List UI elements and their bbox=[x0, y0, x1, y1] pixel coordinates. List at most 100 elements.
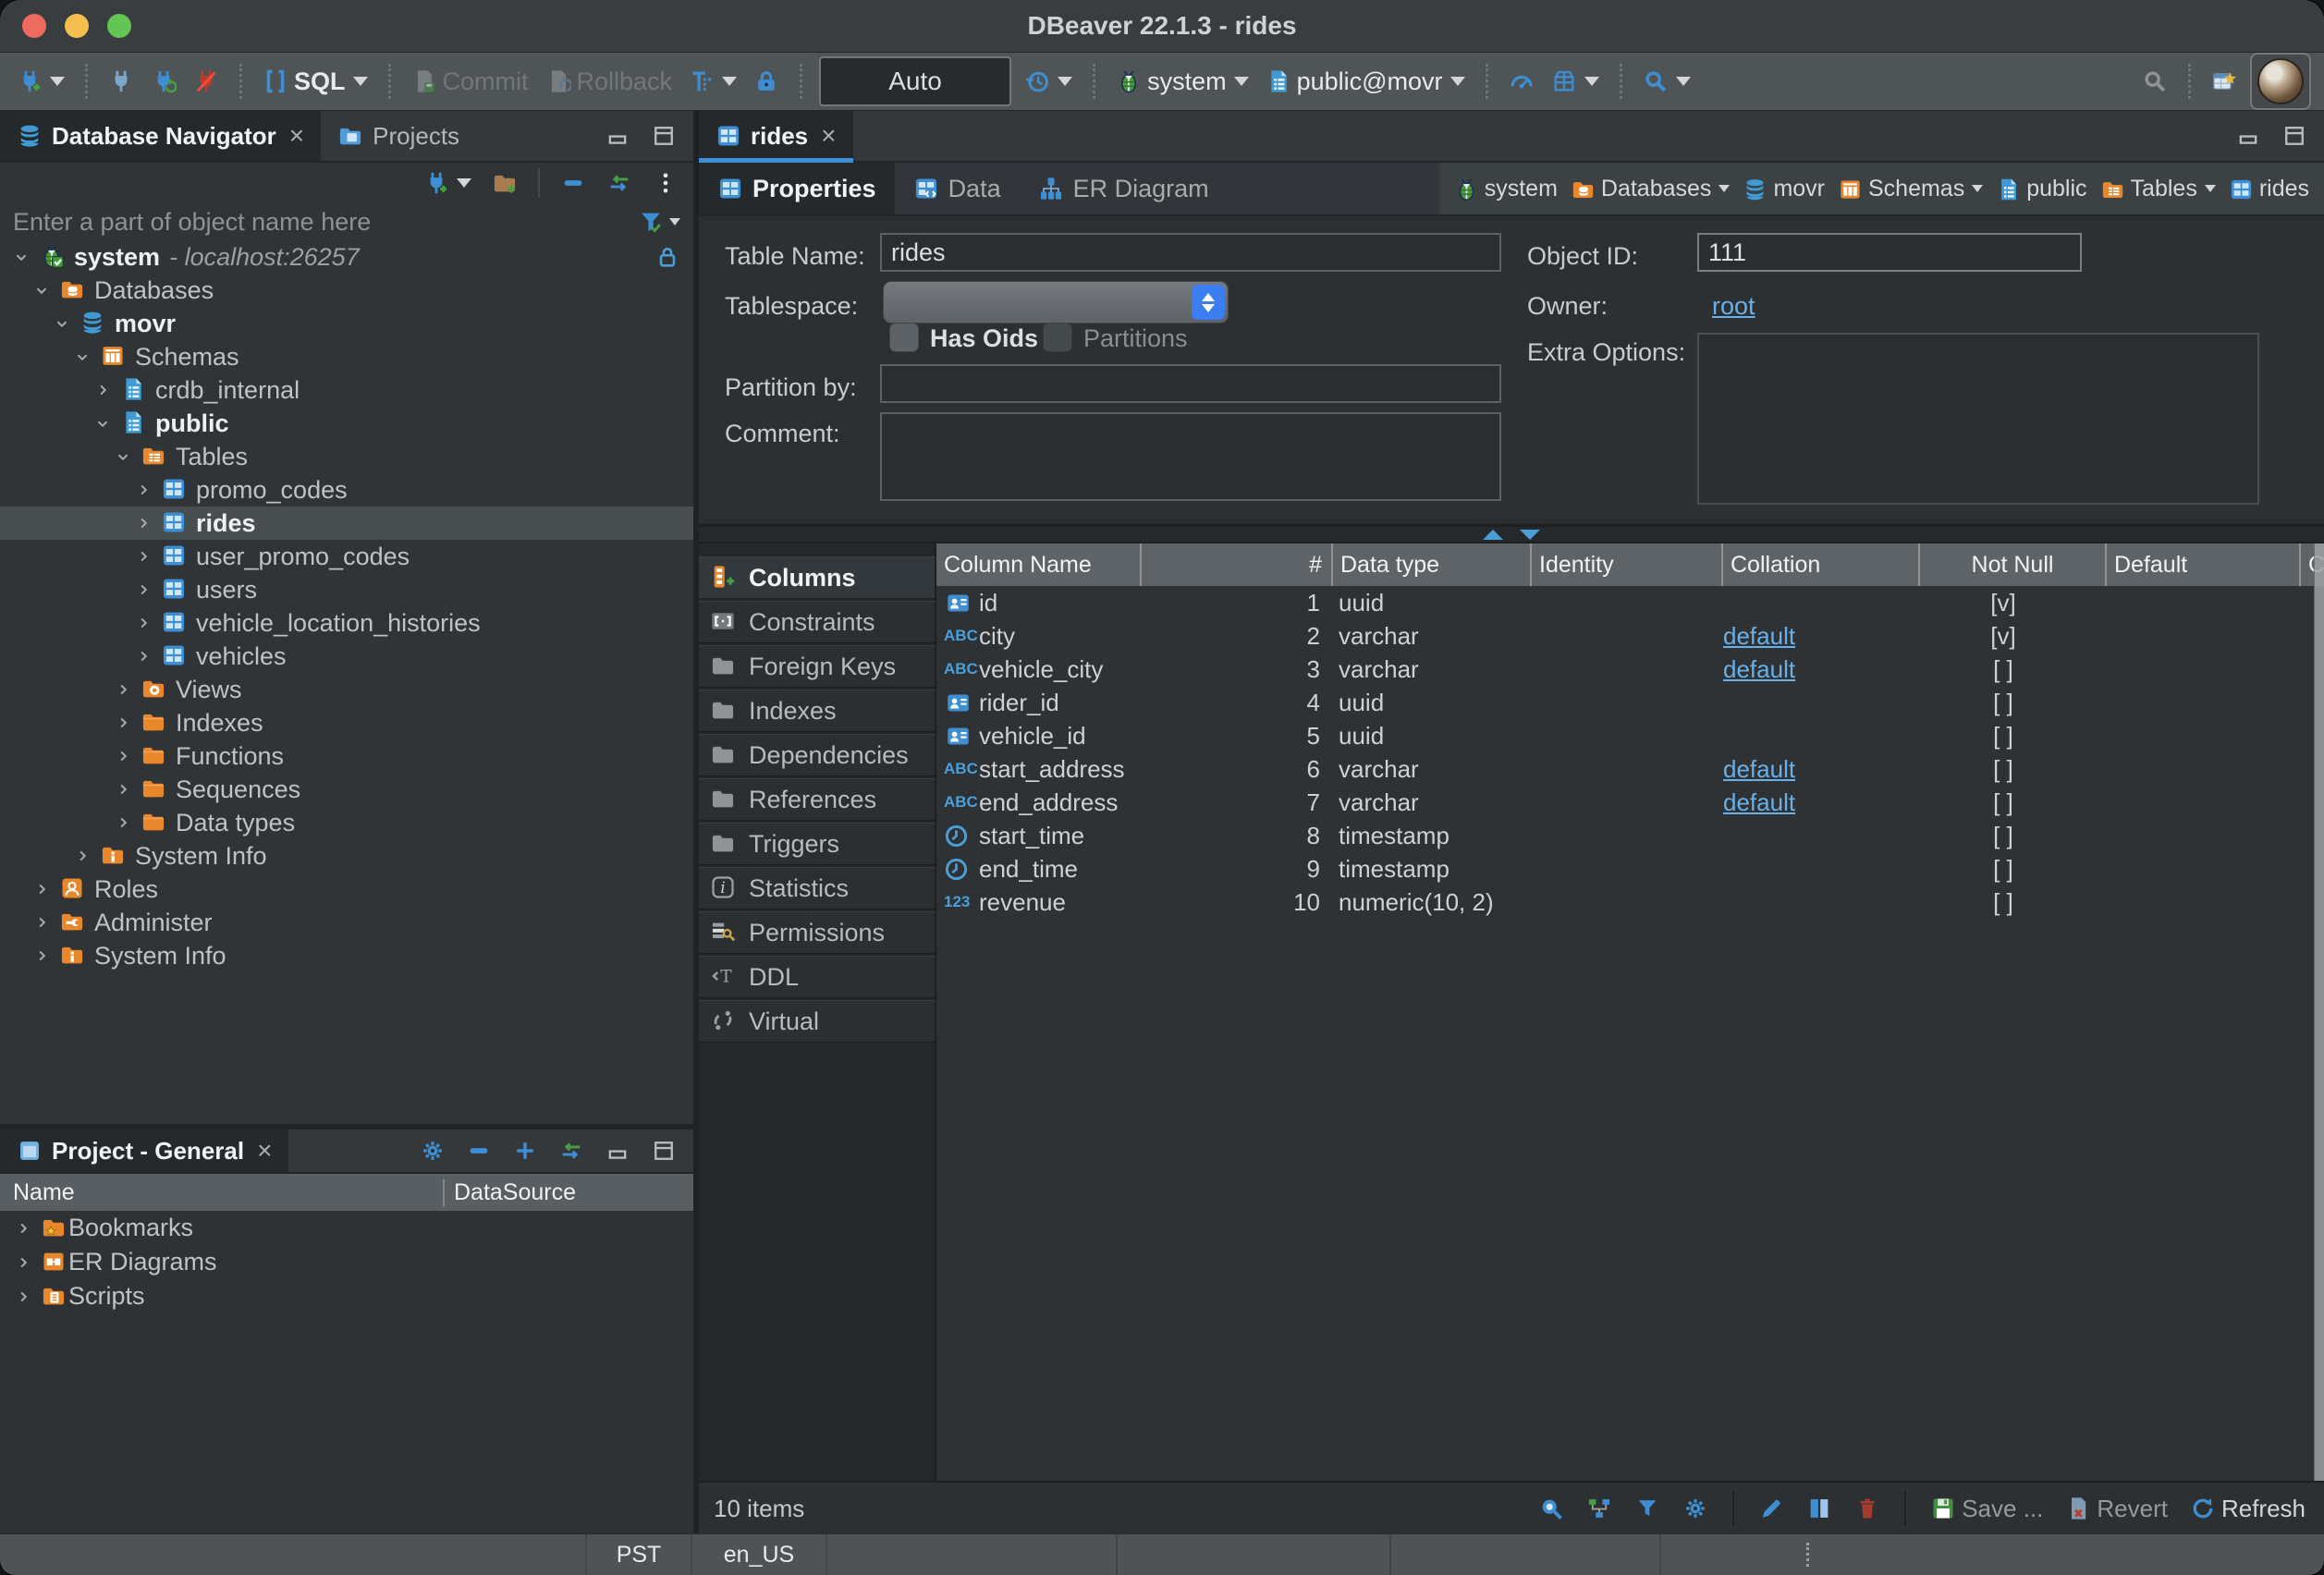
object-id-input[interactable]: 111 bbox=[1697, 233, 2082, 272]
user-profile-button[interactable] bbox=[2250, 53, 2311, 110]
add-column-button[interactable] bbox=[1803, 1494, 1836, 1523]
tree-item-indexes[interactable]: Indexes bbox=[0, 706, 693, 739]
chevron-collapsed-icon[interactable] bbox=[113, 713, 133, 733]
project-item-scripts[interactable]: Scripts bbox=[0, 1279, 693, 1313]
chevron-collapsed-icon[interactable] bbox=[133, 613, 153, 633]
chevron-expanded-icon[interactable] bbox=[113, 446, 133, 467]
active-schema-combo[interactable]: public@movr bbox=[1262, 66, 1469, 98]
table-row[interactable]: start_time8timestamp[ ] bbox=[936, 819, 2324, 852]
table-row[interactable]: id1uuid[v] bbox=[936, 586, 2324, 619]
sidetab-foreign-keys[interactable]: Foreign Keys bbox=[699, 645, 935, 688]
close-icon[interactable]: × bbox=[289, 121, 304, 151]
link-arrows-icon[interactable] bbox=[558, 1138, 584, 1164]
disconnect-button[interactable] bbox=[190, 67, 223, 96]
collapse-all-button[interactable] bbox=[557, 168, 590, 198]
partition-by-input[interactable] bbox=[880, 364, 1501, 403]
transaction-history-button[interactable] bbox=[1021, 67, 1076, 96]
search-metadata-button[interactable] bbox=[1639, 67, 1694, 96]
reconnect-button[interactable] bbox=[147, 67, 180, 96]
tree-item-schemas[interactable]: Schemas bbox=[0, 340, 693, 373]
sidetab-constraints[interactable]: Constraints bbox=[699, 601, 935, 643]
collation-default-link[interactable]: default bbox=[1723, 755, 1795, 784]
grid-column-header-collation[interactable]: Collation bbox=[1721, 543, 1918, 586]
tree-item-sequences[interactable]: Sequences bbox=[0, 773, 693, 806]
quick-search-button[interactable] bbox=[2138, 67, 2171, 96]
new-connection-button[interactable] bbox=[13, 67, 68, 96]
collation-default-link[interactable]: default bbox=[1723, 622, 1795, 651]
tree-item-users[interactable]: users bbox=[0, 573, 693, 606]
edit-column-button[interactable] bbox=[1755, 1494, 1788, 1523]
tree-item-system[interactable]: system- localhost:26257 bbox=[0, 240, 693, 274]
tree-item-movr[interactable]: movr bbox=[0, 307, 693, 340]
gear-icon[interactable] bbox=[420, 1138, 446, 1164]
nav-new-connection-button[interactable] bbox=[420, 168, 475, 198]
subtab-er-diagram[interactable]: ER Diagram bbox=[1020, 163, 1228, 214]
active-connection-combo[interactable]: system bbox=[1112, 66, 1253, 98]
tree-item-system-info[interactable]: System Info bbox=[0, 939, 693, 972]
tree-item-rides[interactable]: rides bbox=[0, 507, 693, 540]
tree-item-vehicle-location-histories[interactable]: vehicle_location_histories bbox=[0, 606, 693, 640]
connect-button[interactable] bbox=[104, 67, 138, 96]
chevron-expanded-icon[interactable] bbox=[72, 347, 92, 367]
chevron-collapsed-icon[interactable] bbox=[133, 646, 153, 666]
table-row[interactable]: 123revenue10numeric(10, 2)[ ] bbox=[936, 885, 2324, 919]
owner-link[interactable]: root bbox=[1712, 292, 1755, 321]
table-row[interactable]: rider_id4uuid[ ] bbox=[936, 686, 2324, 719]
tree-item-databases[interactable]: Databases bbox=[0, 274, 693, 307]
tree-item-crdb-internal[interactable]: crdb_internal bbox=[0, 373, 693, 407]
chevron-collapsed-icon[interactable] bbox=[113, 746, 133, 766]
tree-item-tables[interactable]: Tables bbox=[0, 440, 693, 473]
minimize-panel-icon[interactable] bbox=[2235, 123, 2261, 149]
table-row[interactable]: ABCstart_address6varchardefault[ ] bbox=[936, 752, 2324, 786]
chevron-collapsed-icon[interactable] bbox=[133, 546, 153, 567]
locale-cell[interactable]: en_US bbox=[691, 1534, 826, 1575]
breadcrumb-system[interactable]: system bbox=[1454, 176, 1558, 202]
filter-icon[interactable] bbox=[638, 209, 664, 235]
comment-textarea[interactable] bbox=[880, 412, 1501, 501]
grid-search-button[interactable] bbox=[1535, 1494, 1568, 1523]
grid-column-header-identity[interactable]: Identity bbox=[1530, 543, 1721, 586]
tab-database-navigator[interactable]: Database Navigator × bbox=[0, 111, 321, 161]
chevron-collapsed-icon[interactable] bbox=[133, 480, 153, 500]
transaction-log-button[interactable] bbox=[685, 67, 740, 96]
revert-button[interactable]: Revert bbox=[2061, 1493, 2171, 1525]
refresh-button[interactable]: Refresh bbox=[2186, 1493, 2309, 1525]
grid-settings-button[interactable] bbox=[1679, 1494, 1712, 1523]
chevron-collapsed-icon[interactable] bbox=[31, 946, 52, 966]
chevron-expanded-icon[interactable] bbox=[52, 313, 72, 334]
tree-item-roles[interactable]: Roles bbox=[0, 873, 693, 906]
breadcrumb-public[interactable]: public bbox=[1996, 176, 2086, 202]
tree-item-promo-codes[interactable]: promo_codes bbox=[0, 473, 693, 507]
project-item-er-diagrams[interactable]: ER Diagrams bbox=[0, 1245, 693, 1279]
collapse-all-icon[interactable] bbox=[466, 1138, 492, 1164]
drag-handle-icon[interactable] bbox=[1806, 1543, 1809, 1567]
transaction-lock-button[interactable] bbox=[750, 67, 783, 96]
collapse-up-icon[interactable] bbox=[1483, 530, 1503, 540]
new-window-button[interactable] bbox=[2208, 67, 2241, 96]
grid-filter-button[interactable] bbox=[1631, 1494, 1664, 1523]
chevron-collapsed-icon[interactable] bbox=[13, 1218, 33, 1239]
tree-item-views[interactable]: Views bbox=[0, 673, 693, 706]
dashboard-button[interactable] bbox=[1505, 67, 1538, 96]
chevron-collapsed-icon[interactable] bbox=[113, 812, 133, 833]
maximize-panel-icon[interactable] bbox=[2281, 123, 2307, 149]
sidetab-dependencies[interactable]: Dependencies bbox=[699, 734, 935, 776]
collapse-down-icon[interactable] bbox=[1520, 530, 1540, 540]
link-with-editor-button[interactable] bbox=[603, 168, 636, 198]
commit-mode-combo[interactable]: Auto bbox=[819, 56, 1011, 106]
table-row[interactable]: ABCend_address7varchardefault[ ] bbox=[936, 786, 2324, 819]
subtab-properties[interactable]: Properties bbox=[699, 163, 895, 214]
rollback-button[interactable]: Rollback bbox=[542, 66, 677, 98]
view-menu-button[interactable] bbox=[649, 168, 682, 198]
sidetab-virtual[interactable]: Virtual bbox=[699, 1000, 935, 1043]
breadcrumb-databases[interactable]: Databases bbox=[1571, 176, 1731, 202]
sidetab-triggers[interactable]: Triggers bbox=[699, 823, 935, 865]
breadcrumb-schemas[interactable]: Schemas bbox=[1838, 176, 1983, 202]
sidetab-permissions[interactable]: Permissions bbox=[699, 911, 935, 954]
view-er-diagram-button[interactable] bbox=[1583, 1494, 1616, 1523]
sidetab-indexes[interactable]: Indexes bbox=[699, 690, 935, 732]
subtab-data[interactable]: Data bbox=[895, 163, 1020, 214]
grid-column-header-not-null[interactable]: Not Null bbox=[1918, 543, 2105, 586]
collation-default-link[interactable]: default bbox=[1723, 655, 1795, 684]
chevron-expanded-icon[interactable] bbox=[11, 247, 31, 267]
